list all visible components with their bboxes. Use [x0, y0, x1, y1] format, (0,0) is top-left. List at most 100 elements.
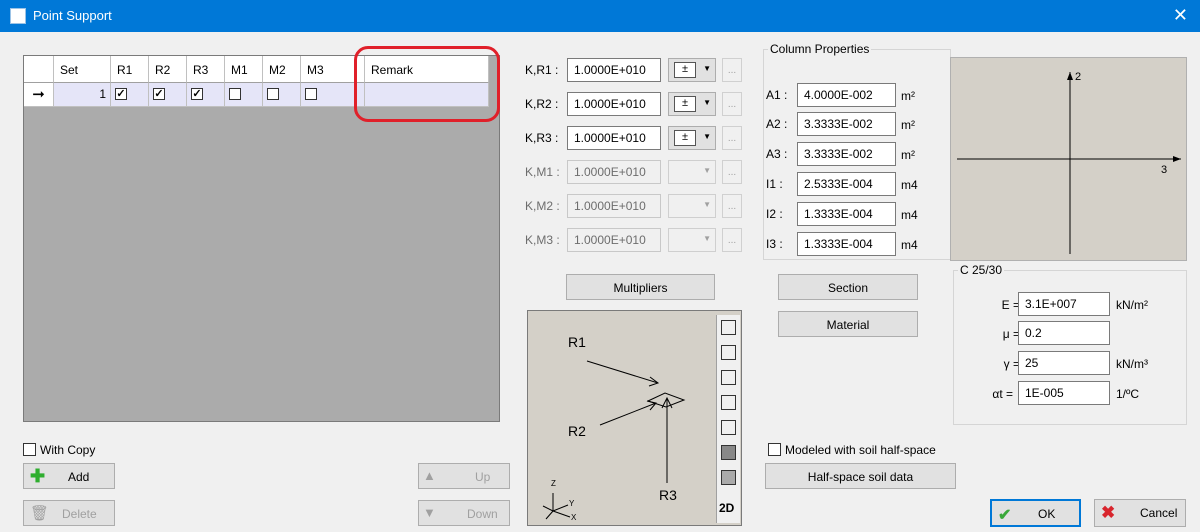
m1-checkbox[interactable]	[229, 88, 241, 100]
property-value-input[interactable]: 4.0000E-002	[797, 83, 896, 107]
axis-3-label: 3	[1161, 164, 1168, 176]
grid-corner	[24, 56, 54, 83]
r2-label: R2	[568, 423, 586, 439]
view-toolbar: 2D	[716, 315, 740, 523]
soil-half-space-checkbox[interactable]	[768, 443, 781, 456]
material-label: μ =	[1002, 327, 1020, 341]
property-value-input[interactable]: 3.3333E-002	[797, 112, 896, 136]
arrow-up-icon: ▲	[423, 468, 436, 483]
stiffness-label: K,M3 :	[525, 233, 560, 247]
material-unit: kN/m³	[1116, 357, 1148, 371]
view-cube-icon-1[interactable]	[721, 320, 736, 335]
material-button[interactable]: Material	[778, 311, 918, 337]
close-icon[interactable]: ✕	[1173, 5, 1188, 25]
view-cube-icon-7[interactable]	[721, 470, 736, 485]
property-value-input[interactable]: 1.3333E-004	[797, 202, 896, 226]
material-value-input[interactable]: 3.1E+007	[1018, 292, 1110, 316]
stiffness-type-dropdown[interactable]: ± ▼	[668, 58, 716, 82]
r3-label: R3	[659, 487, 677, 503]
column-header-m2[interactable]: M2	[263, 56, 301, 83]
down-button[interactable]: ▼ Down	[418, 500, 510, 526]
spring-icon: ±	[674, 96, 696, 112]
stiffness-label: K,R3 :	[525, 131, 559, 145]
material-value-input[interactable]: 0.2	[1018, 321, 1110, 345]
r3-checkbox[interactable]: ✓	[191, 88, 203, 100]
property-unit: m²	[901, 148, 915, 162]
mode-2d-button[interactable]: 2D	[719, 501, 734, 515]
property-label: A1 :	[766, 88, 788, 102]
ok-button[interactable]: ✔ OK	[990, 499, 1081, 527]
property-value-input[interactable]: 2.5333E-004	[797, 172, 896, 196]
trash-icon: 🗑	[30, 505, 50, 522]
r1-checkbox[interactable]: ✓	[115, 88, 127, 100]
cell-m1[interactable]	[225, 83, 263, 107]
property-label: I2 :	[766, 207, 783, 221]
chevron-down-icon: ▼	[703, 234, 711, 243]
stiffness-more-button[interactable]: ...	[722, 126, 742, 150]
column-header-r3[interactable]: R3	[187, 56, 225, 83]
stiffness-more-button[interactable]: ...	[722, 194, 742, 218]
stiffness-type-dropdown[interactable]: ± ▼	[668, 92, 716, 116]
property-value-input[interactable]: 1.3333E-004	[797, 232, 896, 256]
section-button[interactable]: Section	[778, 274, 918, 300]
arrow-down-icon: ▼	[423, 505, 436, 520]
cell-set[interactable]: 1	[54, 83, 111, 107]
column-properties-legend: Column Properties	[770, 42, 870, 56]
m2-checkbox[interactable]	[267, 88, 279, 100]
stiffness-more-button[interactable]: ...	[722, 92, 742, 116]
cell-r3[interactable]: ✓	[187, 83, 225, 107]
spring-icon: ±	[674, 62, 696, 78]
property-unit: m4	[901, 178, 918, 192]
material-value-input[interactable]: 1E-005	[1018, 381, 1110, 405]
stiffness-type-dropdown[interactable]: ▼	[668, 228, 716, 252]
stiffness-input[interactable]: 1.0000E+010	[567, 228, 661, 252]
property-unit: m4	[901, 238, 918, 252]
material-value-input[interactable]: 25	[1018, 351, 1110, 375]
r2-checkbox[interactable]: ✓	[153, 88, 165, 100]
property-label: A2 :	[766, 117, 788, 131]
checkmark-icon: ✔	[998, 507, 1012, 524]
view-cube-icon-4[interactable]	[721, 395, 736, 410]
half-space-soil-data-button[interactable]: Half-space soil data	[765, 463, 956, 489]
stiffness-type-dropdown[interactable]: ▼	[668, 194, 716, 218]
stiffness-input[interactable]: 1.0000E+010	[567, 92, 661, 116]
up-button[interactable]: ▲ Up	[418, 463, 510, 489]
column-header-set[interactable]: Set	[54, 56, 111, 83]
view-cube-icon-5[interactable]	[721, 420, 736, 435]
column-header-m1[interactable]: M1	[225, 56, 263, 83]
view-cube-icon-2[interactable]	[721, 345, 736, 360]
stiffness-input[interactable]: 1.0000E+010	[567, 194, 661, 218]
support-preview: R1 R2 R3 Z Y X 2D	[527, 310, 742, 526]
material-unit: 1/ºC	[1116, 387, 1140, 401]
material-label: γ =	[1003, 357, 1020, 371]
stiffness-input[interactable]: 1.0000E+010	[567, 160, 661, 184]
stiffness-input[interactable]: 1.0000E+010	[567, 126, 661, 150]
view-cube-icon-3[interactable]	[721, 370, 736, 385]
property-unit: m4	[901, 208, 918, 222]
cancel-button[interactable]: ✖ Cancel	[1094, 499, 1186, 527]
stiffness-more-button[interactable]: ...	[722, 228, 742, 252]
column-header-r1[interactable]: R1	[111, 56, 149, 83]
stiffness-more-button[interactable]: ...	[722, 160, 742, 184]
add-button[interactable]: ✚ Add	[23, 463, 115, 489]
stiffness-type-dropdown[interactable]: ▼	[668, 160, 716, 184]
column-header-r2[interactable]: R2	[149, 56, 187, 83]
axis-z-label: Z	[551, 479, 556, 488]
with-copy-checkbox[interactable]	[23, 443, 36, 456]
stiffness-label: K,R2 :	[525, 97, 559, 111]
axis-2-label: 2	[1075, 71, 1082, 83]
cancel-x-icon: ✖	[1101, 503, 1116, 522]
property-value-input[interactable]: 3.3333E-002	[797, 142, 896, 166]
property-label: A3 :	[766, 147, 788, 161]
soil-half-space-label: Modeled with soil half-space	[785, 443, 936, 457]
view-cube-icon-6[interactable]	[721, 445, 736, 460]
m3-checkbox[interactable]	[305, 88, 317, 100]
delete-button[interactable]: 🗑 Delete	[23, 500, 115, 526]
stiffness-type-dropdown[interactable]: ± ▼	[668, 126, 716, 150]
cell-r1[interactable]: ✓	[111, 83, 149, 107]
cell-m2[interactable]	[263, 83, 301, 107]
multipliers-button[interactable]: Multipliers	[566, 274, 715, 300]
cell-r2[interactable]: ✓	[149, 83, 187, 107]
stiffness-input[interactable]: 1.0000E+010	[567, 58, 661, 82]
stiffness-more-button[interactable]: ...	[722, 58, 742, 82]
